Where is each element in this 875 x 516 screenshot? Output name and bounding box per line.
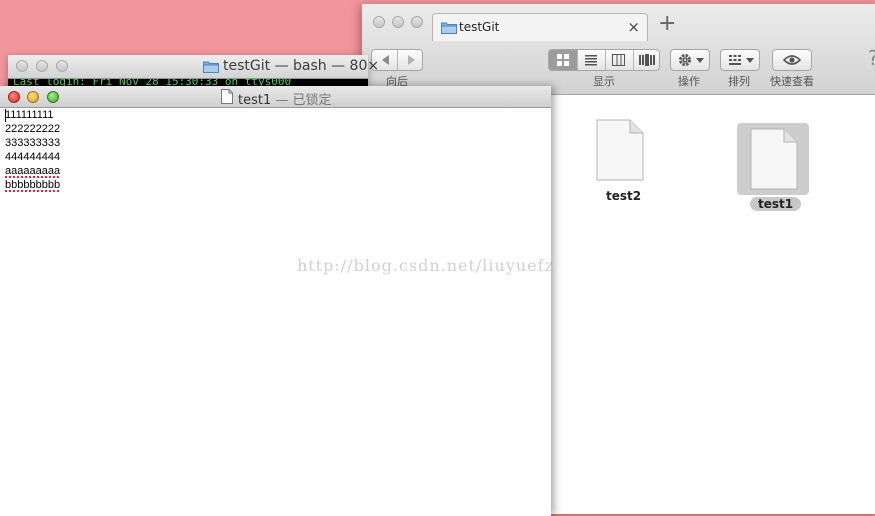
zoom-window-button[interactable]: [47, 91, 59, 103]
minimize-window-button[interactable]: [27, 91, 39, 103]
watermark: http://blog.csdn.net/liuyuefz: [297, 256, 554, 275]
folder-icon: [203, 60, 219, 73]
tab-testgit[interactable]: testGit ×: [432, 13, 648, 41]
document-icon: [221, 89, 233, 104]
view-mode-control: [548, 49, 660, 71]
finder-titlebar: testGit × + 向后 显示 操作 排列 快速查看: [362, 4, 875, 95]
list-view-icon[interactable]: [585, 54, 597, 66]
text-editor-area[interactable]: 111111111 222222222 333333333 444444444 …: [0, 108, 551, 516]
document-name: test1: [238, 93, 271, 108]
document-icon: [748, 128, 798, 190]
textedit-title: test1 — 已锁定: [238, 89, 332, 108]
file-name-test1: test1: [750, 197, 801, 211]
icon-view-button[interactable]: [549, 50, 577, 70]
locked-status: — 已锁定: [275, 93, 331, 108]
icon-view-icon: [557, 54, 569, 66]
quicklook-label: 快速查看: [770, 73, 814, 89]
minimize-window-button[interactable]: [392, 16, 404, 28]
action-label: 操作: [678, 73, 700, 89]
text-line-misspelled: aaaaaaaaa: [5, 164, 60, 178]
help-icon[interactable]: ?: [868, 46, 875, 70]
file-name-test2: test2: [606, 189, 641, 203]
terminal-titlebar: testGit — bash — 80×: [8, 55, 368, 79]
column-view-icon[interactable]: [612, 54, 625, 66]
arrange-button[interactable]: [720, 49, 760, 71]
text-line-misspelled: bbbbbbbbb: [5, 178, 60, 192]
text-line: 444444444: [5, 150, 60, 164]
arrange-icon: [729, 55, 741, 65]
minimize-window-button[interactable]: [36, 60, 48, 72]
close-window-button[interactable]: [16, 60, 28, 72]
chevron-down-icon: [746, 58, 754, 63]
textedit-window: test1 — 已锁定 111111111 222222222 33333333…: [0, 86, 551, 516]
zoom-window-button[interactable]: [411, 16, 423, 28]
file-item-test2[interactable]: [594, 119, 644, 185]
close-window-button[interactable]: [8, 91, 20, 103]
back-arrow-icon[interactable]: [381, 55, 391, 65]
tab-close-button[interactable]: ×: [627, 18, 640, 36]
document-icon: [594, 119, 644, 181]
arrange-label: 排列: [728, 73, 750, 89]
coverflow-view-icon[interactable]: [639, 54, 655, 66]
text-line: 333333333: [5, 136, 60, 150]
eye-icon: [783, 54, 801, 66]
zoom-window-button[interactable]: [56, 60, 68, 72]
gear-icon: [678, 53, 692, 67]
folder-icon: [441, 21, 457, 34]
text-line: 222222222: [5, 122, 60, 136]
terminal-title: testGit — bash — 80×: [223, 58, 379, 74]
textedit-titlebar: test1 — 已锁定: [0, 86, 551, 108]
quicklook-button[interactable]: [772, 49, 812, 71]
action-button[interactable]: [670, 49, 710, 71]
chevron-down-icon: [696, 58, 704, 63]
forward-arrow-icon[interactable]: [406, 55, 416, 65]
view-label: 显示: [593, 73, 615, 89]
tab-title: testGit: [459, 20, 499, 34]
new-tab-button[interactable]: +: [658, 13, 676, 35]
text-line: 111111111: [5, 108, 54, 122]
file-item-test1[interactable]: [737, 123, 809, 195]
close-window-button[interactable]: [373, 16, 385, 28]
